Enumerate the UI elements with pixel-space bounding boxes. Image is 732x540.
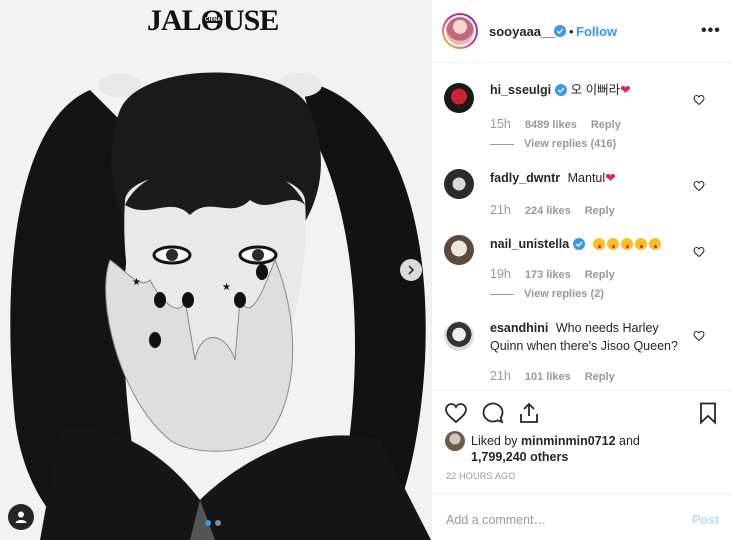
heart-emoji-icon: ❤ bbox=[605, 171, 616, 185]
view-replies-button[interactable]: View replies (2) bbox=[490, 288, 604, 300]
comment-meta: 19h 173 likes Reply bbox=[490, 267, 615, 281]
comment-time: 21h bbox=[490, 203, 511, 217]
magazine-logo-subtext: CHINA bbox=[204, 17, 222, 23]
comment-text: Mantul bbox=[567, 171, 606, 185]
view-replies-label: View replies (416) bbox=[524, 138, 617, 150]
post-sidebar: sooyaaa__ • Follow ••• hi_sseulgi 오 이뻐라❤… bbox=[431, 0, 732, 540]
replies-divider bbox=[490, 293, 514, 295]
reply-button[interactable]: Reply bbox=[585, 269, 615, 281]
carousel-dot-active bbox=[205, 520, 211, 526]
post-photo[interactable]: ★ ★ JALOUSE CHINA bbox=[0, 0, 431, 540]
owner-avatar[interactable] bbox=[442, 13, 478, 49]
comment-emojis bbox=[592, 237, 663, 251]
chevron-right-icon bbox=[408, 265, 415, 275]
verified-badge-icon bbox=[555, 84, 568, 96]
comment-text: 오 이뻐라 bbox=[570, 83, 621, 97]
liked-by: Liked by minminmin0712 and 1,799,240 oth… bbox=[445, 431, 640, 465]
comment-body: nail_unistella bbox=[490, 235, 695, 253]
comment-meta: 15h 8489 likes Reply bbox=[490, 117, 621, 131]
comment-username[interactable]: fadly_dwntr bbox=[490, 171, 560, 185]
comment-like-icon[interactable] bbox=[693, 246, 705, 258]
comment-body: esandhini Who needs Harley Quinn when th… bbox=[490, 319, 695, 355]
comment-likes[interactable]: 8489 likes bbox=[525, 119, 577, 131]
verified-badge-icon bbox=[573, 238, 586, 250]
post-header: sooyaaa__ • Follow ••• bbox=[432, 0, 732, 63]
carousel-indicator bbox=[205, 520, 221, 526]
verified-badge-icon bbox=[554, 25, 566, 37]
carousel-dot bbox=[215, 520, 221, 526]
add-comment-bar: Add a comment… Post bbox=[432, 493, 732, 540]
carousel-next-button[interactable] bbox=[400, 259, 422, 281]
comment-time: 21h bbox=[490, 369, 511, 383]
comment-body: hi_sseulgi 오 이뻐라❤ bbox=[490, 81, 695, 99]
face-emoji-icon bbox=[648, 238, 661, 250]
view-replies-button[interactable]: View replies (416) bbox=[490, 138, 616, 150]
comment-meta: 21h 101 likes Reply bbox=[490, 369, 615, 383]
reply-button[interactable]: Reply bbox=[585, 371, 615, 383]
comment-likes[interactable]: 173 likes bbox=[525, 269, 571, 281]
svg-text:★: ★ bbox=[222, 282, 231, 293]
comment-likes[interactable]: 101 likes bbox=[525, 371, 571, 383]
comment-username[interactable]: hi_sseulgi bbox=[490, 83, 551, 97]
post-timestamp[interactable]: 22 HOURS AGO bbox=[446, 471, 515, 481]
comment-time: 19h bbox=[490, 267, 511, 281]
face-emoji-icon bbox=[606, 238, 619, 250]
post-comment-button[interactable]: Post bbox=[692, 513, 719, 527]
face-emoji-icon bbox=[592, 238, 605, 250]
comments-list: hi_sseulgi 오 이뻐라❤ 15h 8489 likes Reply V… bbox=[432, 63, 732, 390]
like-heart-icon[interactable] bbox=[444, 401, 468, 425]
header-separator: • bbox=[569, 24, 574, 39]
liker-username[interactable]: minminmin0712 bbox=[521, 434, 615, 448]
comment-body: fadly_dwntr Mantul❤ bbox=[490, 169, 695, 187]
owner-username[interactable]: sooyaaa__ bbox=[489, 24, 556, 39]
liked-by-and: and bbox=[619, 434, 640, 448]
liked-by-prefix: Liked by bbox=[471, 434, 518, 448]
comment-time: 15h bbox=[490, 117, 511, 131]
view-replies-label: View replies (2) bbox=[524, 288, 604, 300]
comment-like-icon[interactable] bbox=[693, 330, 705, 342]
comment-input[interactable]: Add a comment… bbox=[446, 513, 546, 527]
tagged-users-button[interactable] bbox=[8, 504, 34, 530]
commenter-avatar[interactable] bbox=[444, 235, 474, 265]
face-emoji-icon bbox=[620, 238, 633, 250]
follow-button[interactable]: Follow bbox=[576, 24, 617, 39]
liked-by-text: Liked by minminmin0712 and 1,799,240 oth… bbox=[471, 433, 640, 465]
share-icon[interactable] bbox=[517, 401, 541, 425]
more-options-button[interactable]: ••• bbox=[701, 22, 721, 40]
commenter-avatar[interactable] bbox=[444, 169, 474, 199]
post-actions: Liked by minminmin0712 and 1,799,240 oth… bbox=[432, 390, 732, 540]
comment-username[interactable]: esandhini bbox=[490, 321, 548, 335]
liker-avatar[interactable] bbox=[445, 431, 465, 451]
commenter-avatar[interactable] bbox=[444, 321, 474, 351]
reply-button[interactable]: Reply bbox=[585, 205, 615, 217]
reply-button[interactable]: Reply bbox=[591, 119, 621, 131]
comment-like-icon[interactable] bbox=[693, 180, 705, 192]
likes-count[interactable]: 1,799,240 others bbox=[471, 450, 568, 464]
comment-likes[interactable]: 224 likes bbox=[525, 205, 571, 217]
comment-like-icon[interactable] bbox=[693, 94, 705, 106]
face-emoji-icon bbox=[634, 238, 647, 250]
svg-text:★: ★ bbox=[132, 277, 141, 288]
heart-emoji-icon: ❤ bbox=[620, 83, 631, 97]
user-icon bbox=[15, 511, 27, 523]
photo-illustration: ★ ★ bbox=[0, 0, 431, 540]
bookmark-icon[interactable] bbox=[696, 401, 720, 425]
comment-username[interactable]: nail_unistella bbox=[490, 237, 569, 251]
replies-divider bbox=[490, 143, 514, 145]
magazine-logo: JALOUSE CHINA bbox=[147, 4, 279, 38]
comment-bubble-icon[interactable] bbox=[481, 401, 505, 425]
commenter-avatar[interactable] bbox=[444, 83, 474, 113]
comment-meta: 21h 224 likes Reply bbox=[490, 203, 615, 217]
